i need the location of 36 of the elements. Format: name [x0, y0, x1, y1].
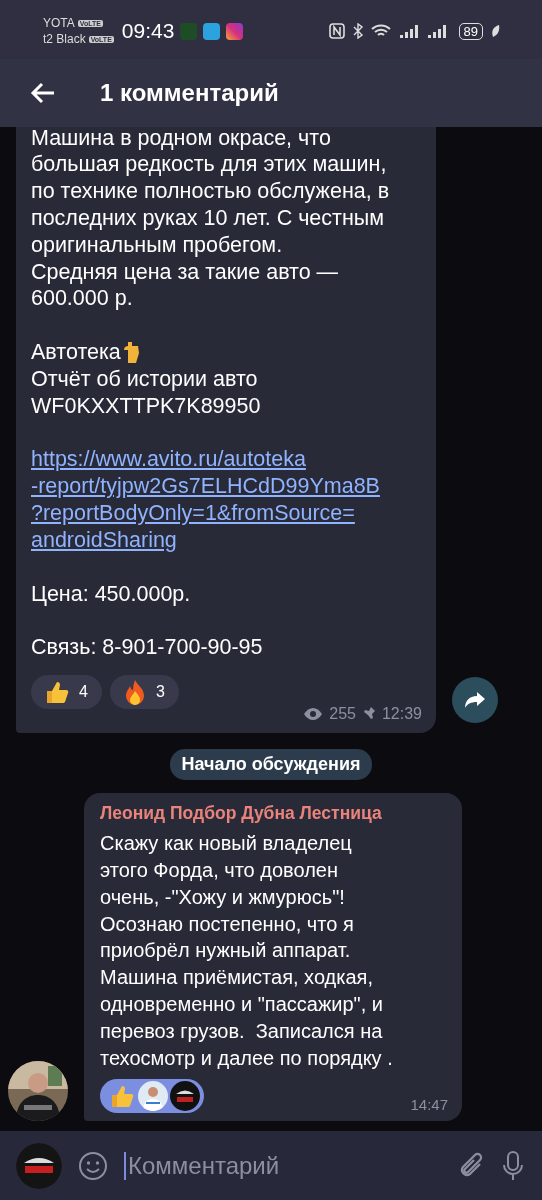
post-text: Отчёт об истории авто WF0KXXTTPK7K89950 — [31, 365, 262, 420]
share-arrow-icon — [464, 691, 486, 710]
share-button[interactable] — [452, 677, 498, 724]
signal-icon — [398, 23, 419, 40]
reaction-button[interactable] — [100, 1079, 204, 1114]
post-text: Связь: 8-901-700-90-95 — [31, 634, 264, 662]
message-time: 12:39 — [381, 705, 422, 724]
clock: 09:43 — [121, 19, 175, 44]
post-text: Цена: 450.000р. — [31, 580, 192, 608]
post-text: Автотека — [31, 339, 121, 366]
music-app-icon — [180, 22, 198, 40]
link[interactable]: https://www.avito.ru/autoteka -report/tyjpw2Gs7ELHCdD99Yma8B ?reportBodyOnly=1&fromSource= androidSharing — [31, 446, 422, 554]
view-count: 255 — [329, 705, 356, 724]
camera-app-icon — [226, 22, 244, 40]
reaction-button[interactable]: 4 — [31, 675, 102, 710]
eye-icon — [303, 707, 324, 722]
discussion-start-label: Начало обсуждения — [169, 749, 373, 781]
microphone-icon — [502, 1150, 524, 1181]
carrier-name: t2 Black — [43, 32, 86, 47]
author-name: Леонид Подбор Дубна Лестница — [100, 803, 383, 825]
carrier-name: YOTA — [43, 16, 75, 31]
screen-title: 1 комментарий — [100, 79, 279, 108]
post-text: Машина в родном окрасе, что большая редкость для этих машин, по технике полностью обслужена, в последних руках 10 лет. С честным оригинальным пробегом. Средняя цена за такие авто — 600.000 р. — [31, 127, 391, 313]
comment-text: Скажу как новый владелец этого Форда, что доволен очень, -"Хожу и жмурюсь"! Осознаю постепенно, что я приобрёл нужный аппарат. Машина приёмистая, ходкая, одновременно и "пассажир", и перевоз грузов. Записался на техосмотр и далее по порядку . — [100, 831, 394, 1071]
signal-icon — [426, 23, 447, 40]
emoji-button[interactable] — [78, 1150, 108, 1181]
paper-plane-app-icon — [203, 22, 221, 40]
smiley-icon — [78, 1150, 108, 1181]
microphone-button[interactable] — [502, 1150, 524, 1181]
message-time: 14:47 — [410, 1096, 448, 1114]
bluetooth-icon — [352, 23, 363, 40]
leaf-icon — [491, 24, 500, 39]
back-arrow-icon — [30, 82, 56, 105]
battery-level: 89 — [458, 22, 483, 40]
reaction-button[interactable]: 3 — [109, 675, 179, 710]
nfc-icon — [328, 23, 345, 40]
